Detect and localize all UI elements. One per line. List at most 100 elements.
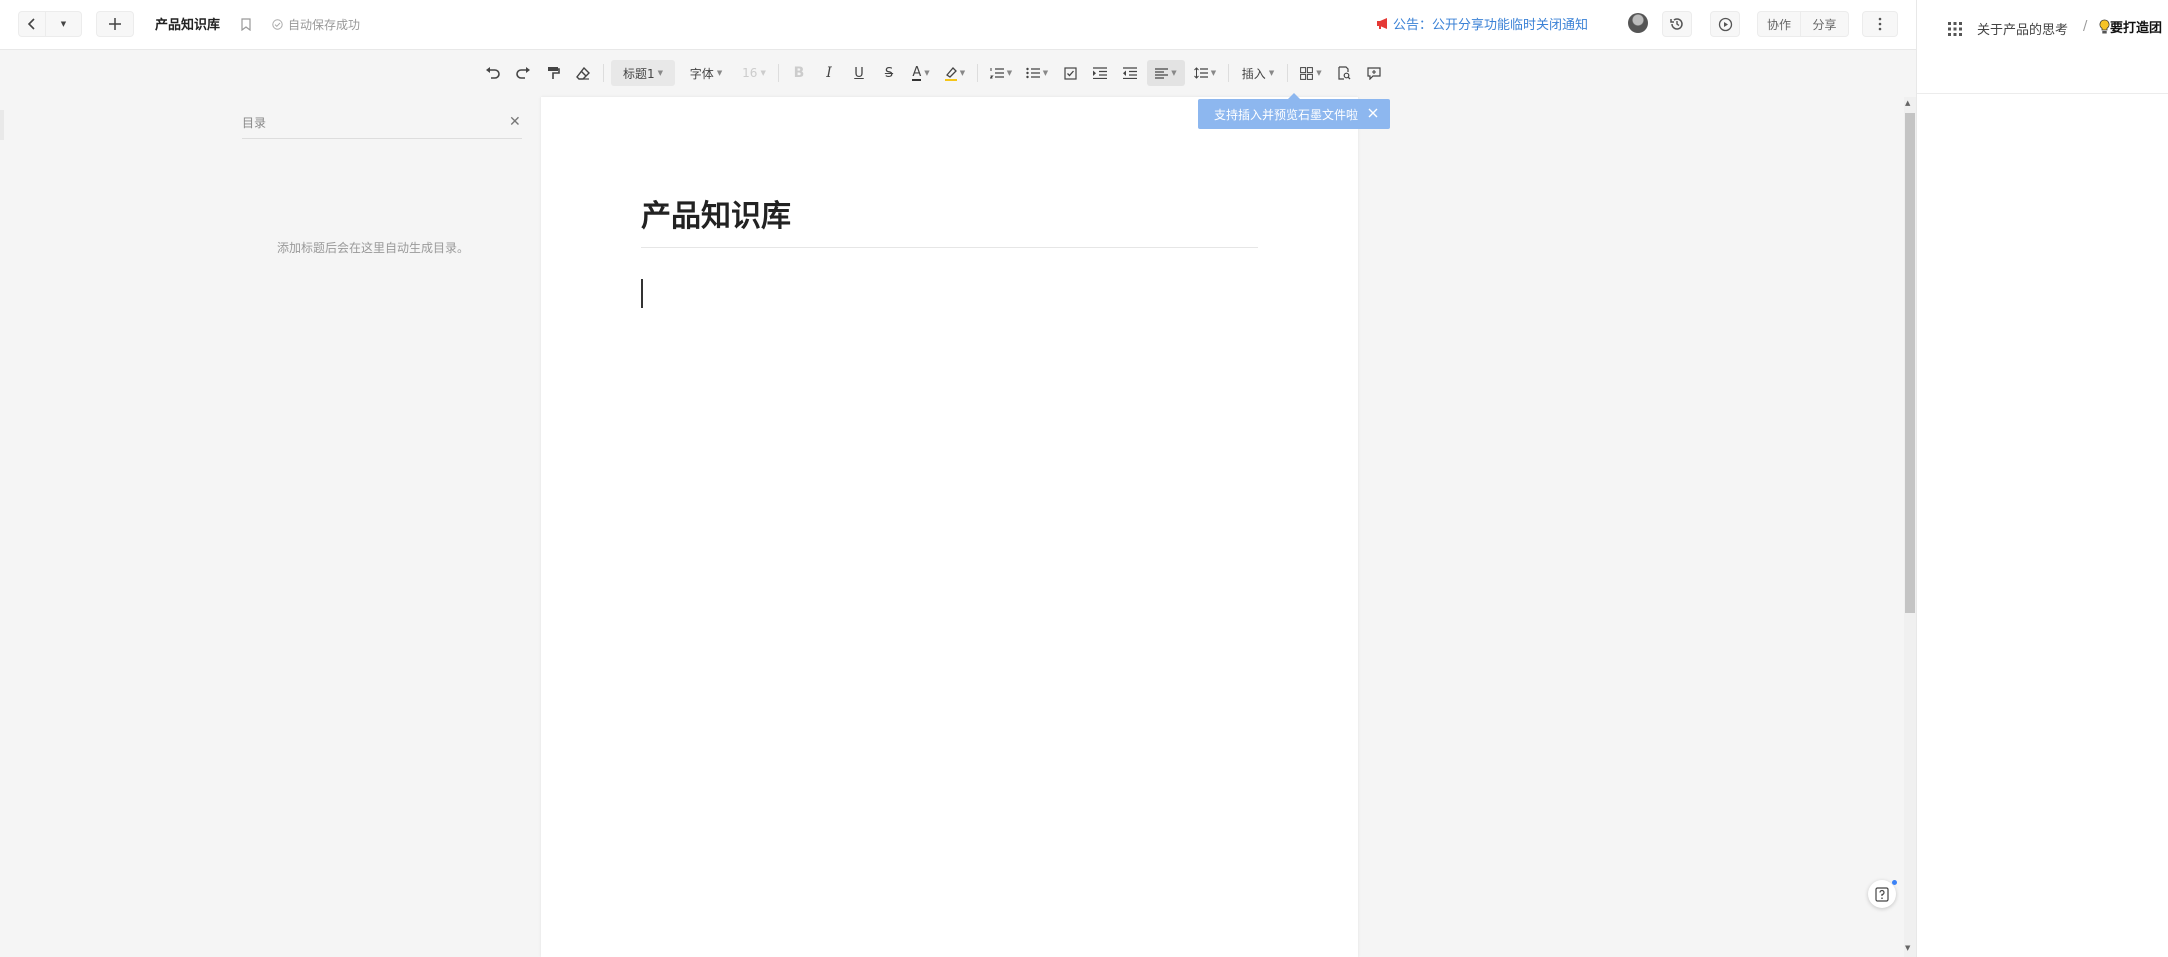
breadcrumb-separator: / — [2083, 19, 2088, 34]
page-title[interactable]: 产品知识库 — [641, 191, 791, 235]
outline-empty-hint: 添加标题后会在这里自动生成目录。 — [276, 241, 469, 255]
toolbar-separator — [778, 64, 779, 82]
caret-down-icon: ▼ — [959, 69, 966, 77]
notification-dot — [1892, 880, 1897, 885]
sidebar-edge — [0, 110, 4, 140]
format-painter-button[interactable] — [540, 60, 566, 86]
outline-divider — [242, 138, 522, 139]
history-dropdown-button[interactable]: ▼ — [46, 11, 82, 37]
history-clock-icon — [1670, 18, 1683, 30]
lightbulb-icon — [2099, 19, 2110, 33]
paint-roller-icon — [547, 67, 560, 79]
indent-button[interactable] — [1087, 60, 1113, 86]
clear-format-button[interactable] — [570, 60, 596, 86]
back-button[interactable] — [18, 11, 46, 37]
avatar[interactable] — [1628, 13, 1648, 33]
format-toolbar: 标题1 ▼ 字体 ▼ 16 ▼ B I U S A ▼ ▼ ▼ ▼ ▼ ▼ 插入 ▼ ▼ — [480, 58, 1391, 88]
bold-icon: B — [793, 65, 805, 81]
megaphone-icon — [1377, 18, 1387, 29]
chevron-left-icon — [27, 18, 35, 30]
insert-tooltip: 支持插入并预览石墨文件啦 — [1198, 93, 1390, 129]
ordered-list-button[interactable]: ▼ — [985, 60, 1017, 86]
check-circle-icon — [272, 19, 283, 30]
text-cursor — [641, 279, 643, 308]
redo-button[interactable] — [510, 60, 536, 86]
table-grid-icon — [1300, 66, 1314, 80]
announcement-prefix: 公告： — [1393, 18, 1433, 33]
outdent-button[interactable] — [1117, 60, 1143, 86]
text-color-button[interactable]: A ▼ — [906, 60, 936, 86]
align-left-icon — [1155, 67, 1169, 79]
announcement-link[interactable]: 公告： 公开分享功能临时关闭通知 — [1376, 14, 1588, 33]
bold-button[interactable]: B — [786, 60, 812, 86]
comment-button[interactable] — [1361, 60, 1387, 86]
breadcrumb-parent[interactable]: 关于产品的思考 — [1977, 19, 2068, 38]
underline-button[interactable]: U — [846, 60, 872, 86]
eraser-icon — [576, 66, 590, 80]
heading-select-value: 标题1 — [622, 66, 655, 81]
toolbar-separator — [603, 64, 604, 82]
caret-down-icon: ▼ — [657, 69, 664, 77]
caret-down-icon: ▼ — [924, 69, 930, 77]
autosave-status: 自动保存成功 — [272, 16, 360, 33]
history-button[interactable] — [1662, 11, 1692, 37]
collaborate-button[interactable]: 协作 — [1757, 11, 1801, 37]
caret-down-icon: ▼ — [60, 20, 67, 28]
font-size-select[interactable]: 16 ▼ — [737, 60, 771, 86]
highlighter-icon — [944, 66, 957, 81]
share-button[interactable]: 分享 — [1801, 11, 1849, 37]
present-button[interactable] — [1710, 11, 1740, 37]
more-vertical-icon — [1878, 17, 1882, 31]
checkbox-icon — [1063, 66, 1077, 80]
insert-menu-button[interactable]: 插入 ▼ — [1236, 60, 1280, 86]
caret-down-icon: ▼ — [1210, 69, 1217, 77]
bullet-list-icon — [1026, 67, 1040, 79]
breadcrumb-current-label: 要打造团 — [2110, 21, 2163, 36]
tooltip-text: 支持插入并预览石墨文件啦 — [1214, 107, 1359, 122]
doc-title[interactable]: 产品知识库 — [155, 14, 220, 33]
insert-label: 插入 — [1241, 66, 1266, 81]
caret-down-icon: ▼ — [1268, 69, 1275, 77]
document-page[interactable]: 产品知识库 — [541, 97, 1358, 957]
caret-down-icon: ▼ — [716, 69, 723, 77]
title-divider — [641, 247, 1258, 248]
line-spacing-icon — [1193, 67, 1208, 79]
indent-decrease-icon — [1123, 67, 1137, 79]
help-question-icon — [1875, 886, 1889, 902]
outline-title: 目录 — [242, 116, 267, 130]
scroll-down-arrow-icon[interactable]: ▼ — [1905, 944, 1910, 952]
bullet-list-button[interactable]: ▼ — [1021, 60, 1053, 86]
apps-grid-icon[interactable] — [1948, 21, 1962, 40]
italic-button[interactable]: I — [816, 60, 842, 86]
doc-search-button[interactable] — [1331, 60, 1357, 86]
line-height-button[interactable]: ▼ — [1189, 60, 1221, 86]
more-menu-button[interactable] — [1862, 11, 1898, 37]
caret-down-icon: ▼ — [760, 69, 766, 77]
toolbar-separator — [1228, 64, 1229, 82]
play-circle-icon — [1718, 17, 1732, 31]
font-size-value: 16 — [742, 66, 758, 80]
close-icon[interactable]: ✕ — [509, 114, 521, 130]
strikethrough-icon: S — [884, 65, 894, 81]
undo-button[interactable] — [480, 60, 506, 86]
document-search-icon — [1338, 66, 1351, 80]
bookmark-icon[interactable] — [241, 16, 251, 35]
checklist-button[interactable] — [1057, 60, 1083, 86]
font-select[interactable]: 字体 ▼ — [679, 60, 733, 86]
strikethrough-button[interactable]: S — [876, 60, 902, 86]
text-color-icon: A — [912, 64, 922, 81]
indent-increase-icon — [1093, 67, 1107, 79]
top-header: ▼ 产品知识库 自动保存成功 公告： 公开分享功能临时关闭通知 协作 分享 — [0, 0, 1916, 50]
close-icon[interactable] — [1366, 106, 1380, 120]
right-panel: 关于产品的思考 / 要打造团 — [1916, 0, 2168, 957]
breadcrumb-current[interactable]: 要打造团 — [2099, 17, 2162, 36]
highlight-button[interactable]: ▼ — [940, 60, 970, 86]
align-button[interactable]: ▼ — [1147, 60, 1185, 86]
new-doc-button[interactable] — [96, 11, 134, 37]
underline-icon: U — [854, 65, 864, 81]
font-select-value: 字体 — [689, 66, 714, 81]
scroll-up-arrow-icon[interactable]: ▲ — [1905, 99, 1910, 107]
table-button[interactable]: ▼ — [1295, 60, 1327, 86]
scrollbar-thumb[interactable] — [1905, 113, 1915, 613]
heading-select[interactable]: 标题1 ▼ — [611, 60, 675, 86]
